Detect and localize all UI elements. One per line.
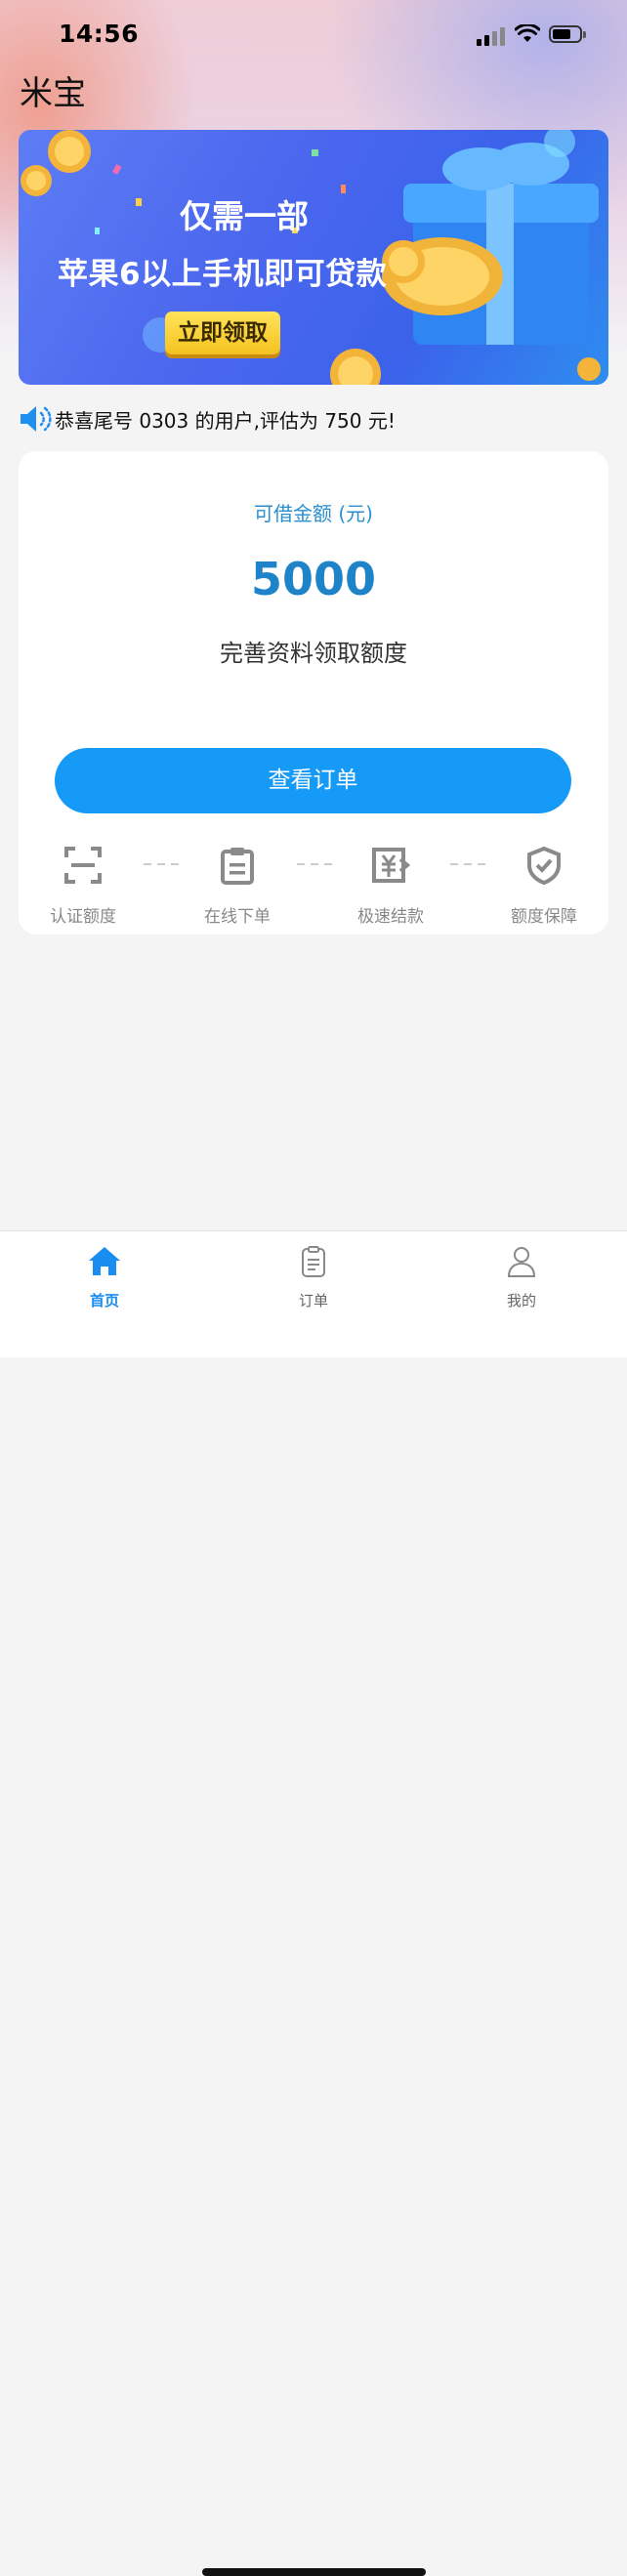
tab-label: 首页 <box>89 1292 119 1309</box>
step-label: 额度保障 <box>511 907 577 927</box>
step-online-order: 在线下单 <box>188 842 286 927</box>
step-fast-payout: 极速结款 <box>342 842 439 927</box>
loan-card: 可借金额 (元) 5000 完善资料领取额度 查看订单 认证额度 在线下单 极速… <box>19 451 608 935</box>
clipboard-icon <box>221 848 254 885</box>
home-icon <box>89 1247 120 1275</box>
bottom-tab-bar: 首页 订单 我的 <box>0 1230 627 2576</box>
page-title: 米宝 <box>20 74 86 113</box>
cellular-signal-icon <box>477 26 508 46</box>
step-label: 在线下单 <box>204 907 271 927</box>
banner-subheadline: 苹果6以上手机即可贷款 <box>58 257 388 292</box>
shield-check-icon <box>527 846 561 886</box>
tab-label: 订单 <box>298 1292 328 1309</box>
order-icon <box>302 1246 325 1277</box>
tab-home[interactable]: 首页 <box>56 1245 153 1310</box>
available-amount-value: 5000 <box>250 553 377 605</box>
battery-icon <box>549 25 586 43</box>
gift-box-illustration <box>382 130 601 381</box>
step-verify-limit: 认证额度 <box>34 842 132 927</box>
step-connector <box>144 859 183 869</box>
available-amount-label: 可借金额 (元) <box>254 502 373 525</box>
promo-banner[interactable]: 仅需一部 苹果6以上手机即可贷款 立即领取 <box>19 130 608 385</box>
announcement-text: 恭喜尾号 0303 的用户,评估为 750 元! <box>55 408 396 433</box>
tab-orders[interactable]: 订单 <box>265 1245 362 1310</box>
process-steps: 认证额度 在线下单 极速结款 额度保障 <box>19 842 608 930</box>
status-time: 14:56 <box>59 20 140 48</box>
speaker-icon <box>21 406 52 432</box>
claim-now-button[interactable]: 立即领取 <box>165 312 280 354</box>
step-connector <box>450 859 489 869</box>
step-limit-guarantee: 额度保障 <box>495 842 593 927</box>
tab-mine[interactable]: 我的 <box>473 1245 570 1310</box>
step-label: 认证额度 <box>50 907 116 927</box>
tab-label: 我的 <box>506 1292 536 1309</box>
step-label: 极速结款 <box>357 907 424 927</box>
step-connector <box>297 859 336 869</box>
view-orders-button[interactable]: 查看订单 <box>55 748 571 813</box>
wifi-icon <box>515 24 540 42</box>
banner-headline: 仅需一部 <box>180 197 309 235</box>
status-bar: 14:56 <box>0 0 627 68</box>
yuan-transfer-icon <box>372 848 411 883</box>
scan-icon <box>64 847 102 884</box>
user-icon <box>507 1247 536 1277</box>
home-indicator <box>202 2568 426 2576</box>
announcement-bar: 恭喜尾号 0303 的用户,评估为 750 元! <box>18 399 396 438</box>
complete-profile-text: 完善资料领取额度 <box>220 640 407 667</box>
